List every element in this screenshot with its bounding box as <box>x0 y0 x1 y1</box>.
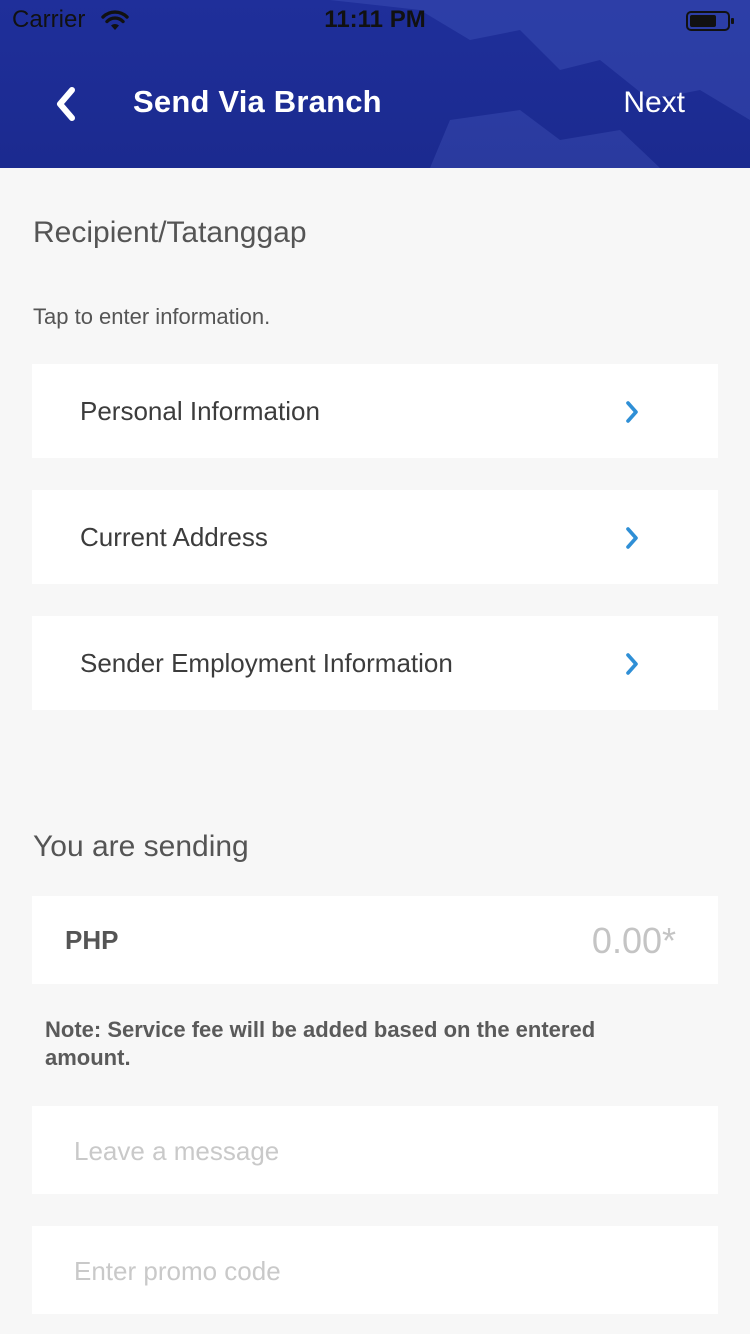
sending-heading: You are sending <box>33 830 249 863</box>
currency-label: PHP <box>65 925 119 955</box>
battery-icon <box>686 11 734 31</box>
promo-field-container <box>32 1226 718 1314</box>
chevron-right-icon <box>626 527 638 549</box>
chevron-left-icon <box>57 87 75 121</box>
row-label: Sender Employment Information <box>80 648 453 678</box>
page-title: Send Via Branch <box>133 84 382 119</box>
service-fee-note: Note: Service fee will be added based on… <box>45 1017 596 1070</box>
back-button[interactable] <box>44 80 88 128</box>
chevron-right-icon <box>626 401 638 423</box>
message-input[interactable] <box>72 1124 676 1178</box>
recipient-hint: Tap to enter information. <box>33 304 271 329</box>
sender-employment-information-row[interactable]: Sender Employment Information <box>32 616 718 710</box>
next-button[interactable]: Next <box>623 86 685 120</box>
promo-code-input[interactable] <box>72 1244 676 1298</box>
message-field-container <box>32 1106 718 1194</box>
current-address-row[interactable]: Current Address <box>32 490 718 584</box>
app-header: Carrier 11:11 PM Send Via Branch Next <box>0 0 750 168</box>
status-time: 11:11 PM <box>324 6 426 33</box>
status-bar: Carrier 11:11 PM <box>0 0 750 40</box>
personal-information-row[interactable]: Personal Information <box>32 364 718 458</box>
recipient-heading: Recipient/Tatanggap <box>33 216 307 249</box>
row-label: Personal Information <box>80 396 320 426</box>
amount-field-container: PHP <box>32 896 718 984</box>
row-label: Current Address <box>80 522 268 552</box>
amount-input[interactable] <box>374 914 678 968</box>
chevron-right-icon <box>626 653 638 675</box>
